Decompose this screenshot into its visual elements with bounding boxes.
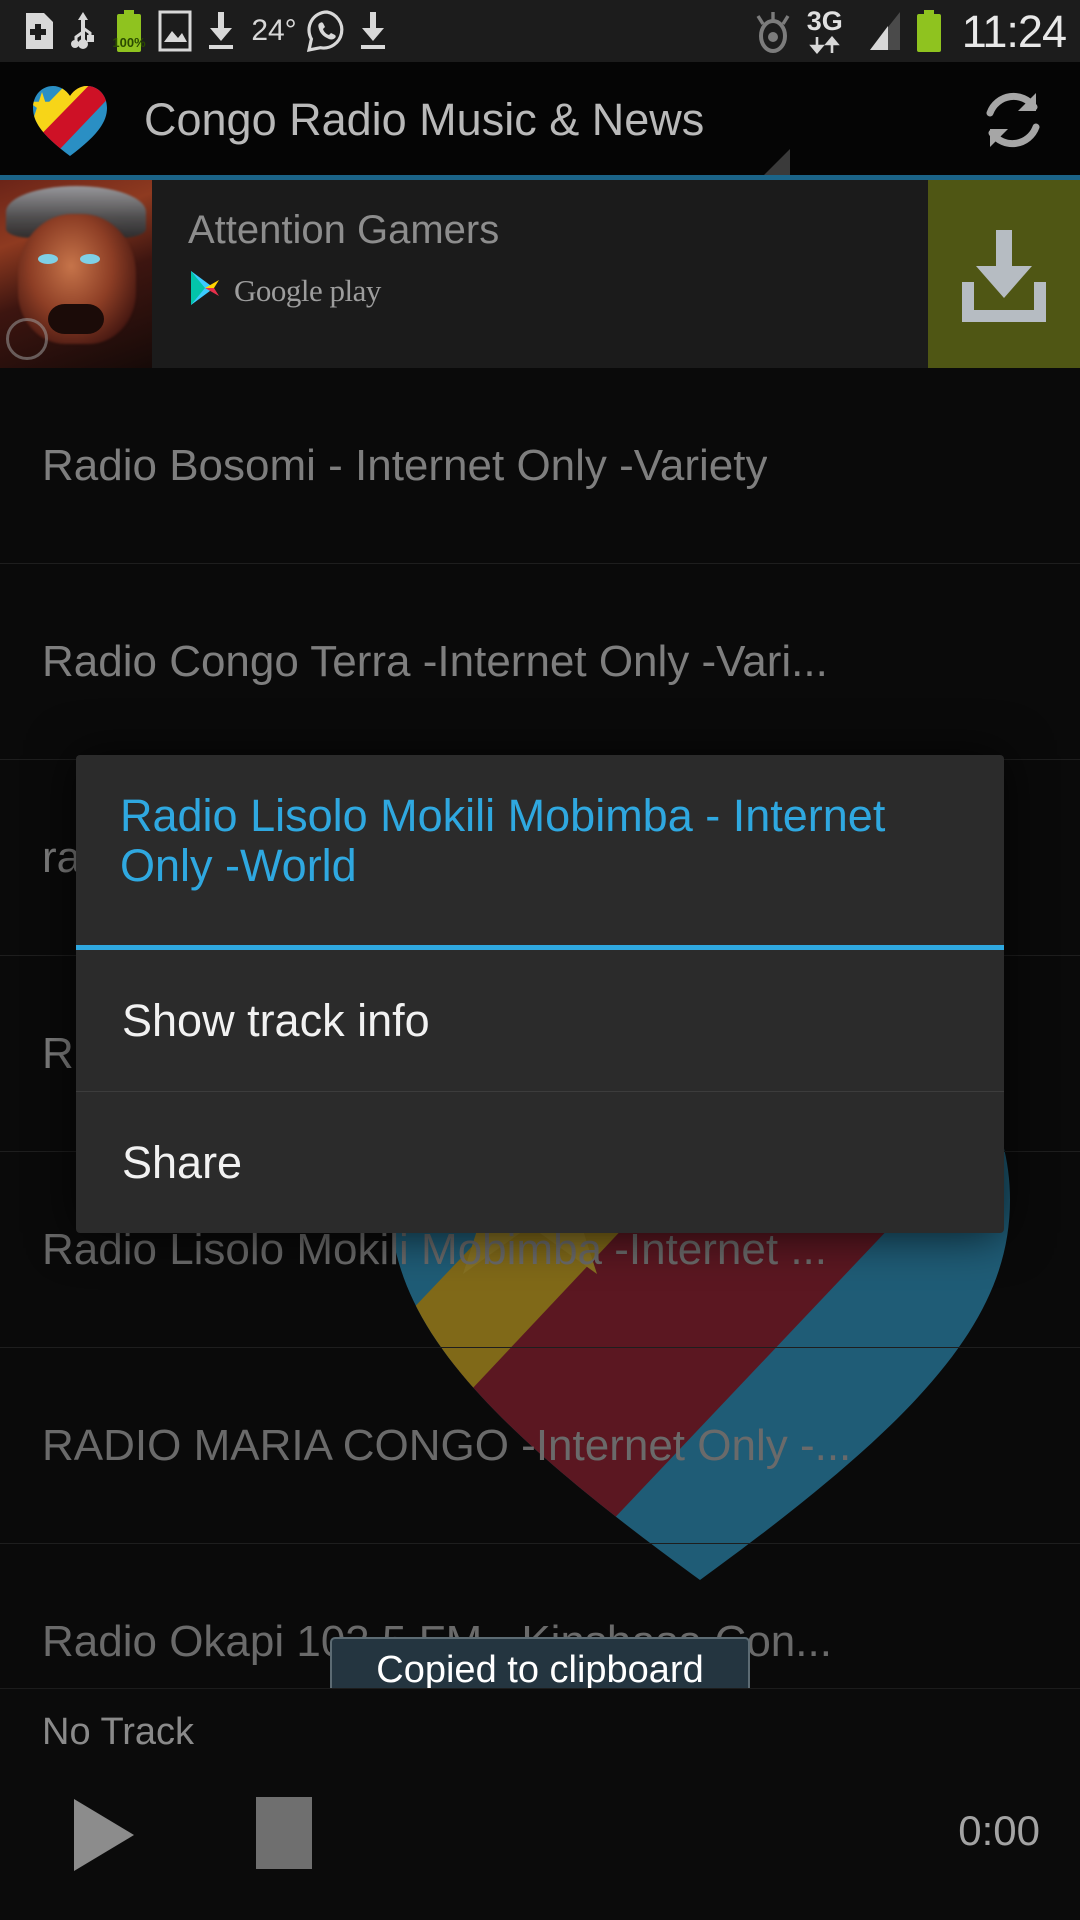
station-name: RADIO MARIA CONGO -Internet Only -...: [42, 1420, 852, 1470]
overflow-corner-indicator: [762, 149, 790, 177]
network-type-label: 3G: [806, 6, 843, 36]
weather-temp-icon: 24°: [244, 8, 304, 54]
ad-body: Attention Gamers Google play: [152, 180, 928, 368]
google-play-attribution: Google play: [188, 269, 928, 312]
ad-thumbnail-image: [0, 180, 152, 368]
station-name: R: [42, 1028, 74, 1078]
elapsed-time-label: 0:00: [958, 1807, 1040, 1854]
app-action-bar: Congo Radio Music & News: [0, 62, 1080, 177]
ad-install-button[interactable]: [928, 180, 1080, 368]
ad-banner[interactable]: Attention Gamers Google play: [0, 180, 1080, 368]
screenshot-image-icon: [152, 8, 198, 54]
battery-percent-label: 100%: [112, 35, 146, 50]
current-track-label: No Track: [42, 1711, 195, 1753]
app-screen: 100% 24° 3G 11:24 Congo Radio Music & Ne…: [0, 0, 1080, 1920]
list-item[interactable]: RADIO MARIA CONGO -Internet Only -...: [0, 1348, 1080, 1544]
whatsapp-icon: [304, 8, 350, 54]
station-name: Radio Congo Terra -Internet Only -Vari..…: [42, 636, 828, 686]
battery-charging-icon: 100%: [106, 8, 152, 54]
google-play-icon: [188, 269, 222, 312]
usb-icon: [60, 8, 106, 54]
ad-info-badge-icon: [6, 318, 48, 360]
stop-icon[interactable]: [256, 1797, 312, 1869]
android-status-bar: 100% 24° 3G 11:24: [0, 0, 1080, 62]
list-item[interactable]: Radio Congo Terra -Internet Only -Vari..…: [0, 564, 1080, 760]
dialog-title: Radio Lisolo Mokili Mobimba - Internet O…: [120, 790, 886, 892]
context-menu-dialog[interactable]: Radio Lisolo Mokili Mobimba - Internet O…: [76, 755, 1004, 1233]
dialog-menu-items[interactable]: Show track info Share: [76, 950, 1004, 1233]
google-play-label: Google play: [234, 272, 381, 308]
download-icon: [962, 230, 1046, 322]
play-icon[interactable]: [74, 1799, 134, 1871]
3g-data-icon: 3G: [796, 8, 854, 54]
menu-item-label: Share: [122, 1137, 243, 1188]
menu-item-show-track-info[interactable]: Show track info: [76, 950, 1004, 1092]
download-icon: [198, 8, 244, 54]
temperature-label: 24°: [251, 14, 297, 47]
station-name: Radio Bosomi - Internet Only -Variety: [42, 440, 768, 490]
status-bar-clock: 11:24: [961, 5, 1067, 57]
player-bar: No Track 0:00: [0, 1688, 1080, 1920]
toast-text: Copied to clipboard: [376, 1648, 704, 1691]
sd-card-add-icon: [14, 8, 60, 54]
menu-item-label: Show track info: [122, 994, 430, 1046]
ad-headline: Attention Gamers: [188, 208, 500, 252]
page-title: Congo Radio Music & News: [144, 93, 705, 145]
signal-bars-icon: [854, 8, 906, 54]
menu-item-share[interactable]: Share: [76, 1092, 1004, 1233]
refresh-icon[interactable]: [958, 62, 1068, 177]
download-icon-2: [350, 8, 396, 54]
smart-stay-eye-icon: [750, 8, 796, 54]
list-item[interactable]: Radio Bosomi - Internet Only -Variety: [0, 368, 1080, 564]
congo-flag-heart-icon: [28, 78, 112, 162]
battery-icon: [906, 8, 952, 54]
